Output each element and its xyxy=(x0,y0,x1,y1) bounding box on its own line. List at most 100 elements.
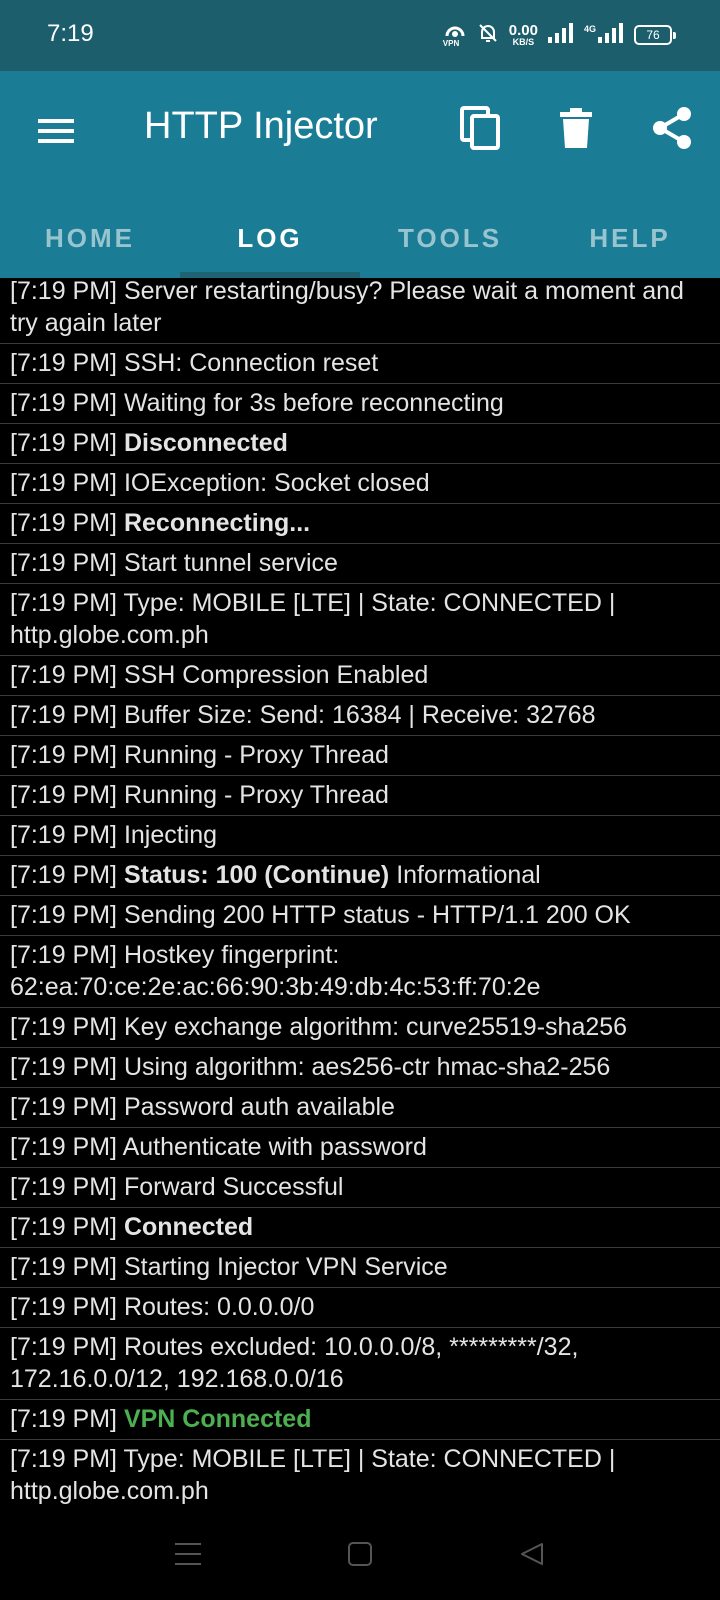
log-message: Forward Successful xyxy=(123,1173,344,1201)
trash-icon[interactable] xyxy=(552,103,600,153)
log-entry: [7:19 PM] SSH: Connection reset xyxy=(0,344,720,384)
log-timestamp: [7:19 PM] xyxy=(10,509,117,537)
copy-icon[interactable] xyxy=(456,103,504,153)
log-message: SSH: Connection reset xyxy=(123,349,379,377)
system-nav-bar xyxy=(0,1506,720,1600)
tab-home[interactable]: HOME xyxy=(0,198,180,278)
log-timestamp: [7:19 PM] xyxy=(10,1405,117,1433)
hamburger-menu-icon[interactable] xyxy=(36,115,76,147)
mute-bell-icon xyxy=(477,22,499,49)
log-entry: [7:19 PM] IOException: Socket closed xyxy=(0,464,720,504)
log-bold-text: Connected xyxy=(123,1213,254,1241)
log-timestamp: [7:19 PM] xyxy=(10,1445,117,1473)
log-message: Sending 200 HTTP status - HTTP/1.1 200 O… xyxy=(123,901,631,929)
log-entry: [7:19 PM] Authenticate with password xyxy=(0,1128,720,1168)
log-bold-text: Reconnecting... xyxy=(123,509,311,537)
log-message: Start tunnel service xyxy=(123,549,338,577)
status-time: 7:19 xyxy=(47,20,94,47)
log-entry: [7:19 PM] Buffer Size: Send: 16384 | Rec… xyxy=(0,696,720,736)
log-entry: [7:19 PM] Running - Proxy Thread xyxy=(0,736,720,776)
network-type: 4G xyxy=(583,24,596,34)
share-icon[interactable] xyxy=(648,103,696,153)
tab-log[interactable]: LOG xyxy=(180,198,360,278)
log-timestamp: [7:19 PM] xyxy=(10,1253,117,1281)
log-list[interactable]: [7:19 PM] Server restarting/busy? Please… xyxy=(0,278,720,1506)
log-bold-text: Disconnected xyxy=(123,429,288,457)
speed-value: 0.00 xyxy=(508,22,538,39)
log-timestamp: [7:19 PM] xyxy=(10,941,117,969)
log-entry: [7:19 PM] Running - Proxy Thread xyxy=(0,776,720,816)
log-message: Routes: 0.0.0.0/0 xyxy=(123,1293,315,1321)
log-entry: [7:19 PM] Server restarting/busy? Please… xyxy=(0,278,720,344)
log-timestamp: [7:19 PM] xyxy=(10,1053,117,1081)
back-triangle-icon[interactable] xyxy=(512,1534,552,1574)
log-timestamp: [7:19 PM] xyxy=(10,901,117,929)
tab-tools[interactable]: TOOLS xyxy=(360,198,540,278)
log-message: Informational xyxy=(396,861,541,889)
app-title: HTTP Injector xyxy=(144,105,378,147)
log-timestamp: [7:19 PM] xyxy=(10,701,117,729)
log-entry: [7:19 PM] Forward Successful xyxy=(0,1168,720,1208)
log-timestamp: [7:19 PM] xyxy=(10,1173,117,1201)
vpn-label: VPN xyxy=(442,39,460,48)
log-entry: [7:19 PM] Password auth available xyxy=(0,1088,720,1128)
log-entry: [7:19 PM] Type: MOBILE [LTE] | State: CO… xyxy=(0,1440,720,1506)
vpn-key-icon: VPN xyxy=(443,22,467,48)
log-timestamp: [7:19 PM] xyxy=(10,469,117,497)
log-timestamp: [7:19 PM] xyxy=(10,1333,117,1361)
log-message: Running - Proxy Thread xyxy=(123,781,389,809)
log-bold-text: Status: 100 (Continue) xyxy=(123,861,390,889)
log-entry: [7:19 PM] Hostkey fingerprint: 62:ea:70:… xyxy=(0,936,720,1008)
log-entry: [7:19 PM] Disconnected xyxy=(0,424,720,464)
signal-icon xyxy=(547,22,574,48)
log-message: Buffer Size: Send: 16384 | Receive: 3276… xyxy=(123,701,596,729)
log-timestamp: [7:19 PM] xyxy=(10,349,117,377)
log-entry: [7:19 PM] Reconnecting... xyxy=(0,504,720,544)
log-message: Waiting for 3s before reconnecting xyxy=(123,389,504,417)
log-timestamp: [7:19 PM] xyxy=(10,741,117,769)
log-entry: [7:19 PM] VPN Connected xyxy=(0,1400,720,1440)
log-entry: [7:19 PM] Key exchange algorithm: curve2… xyxy=(0,1008,720,1048)
log-message: Password auth available xyxy=(123,1093,395,1121)
log-message: SSH Compression Enabled xyxy=(123,661,429,689)
speed-unit: KB/S xyxy=(512,37,535,47)
log-message: Authenticate with password xyxy=(122,1133,427,1161)
log-bold-text: VPN Connected xyxy=(123,1405,312,1433)
app-bar: HTTP Injector xyxy=(0,71,720,198)
log-timestamp: [7:19 PM] xyxy=(10,429,117,457)
log-timestamp: [7:19 PM] xyxy=(10,821,117,849)
log-message: IOException: Socket closed xyxy=(123,469,430,497)
tab-help[interactable]: HELP xyxy=(540,198,720,278)
log-entry: [7:19 PM] Using algorithm: aes256-ctr hm… xyxy=(0,1048,720,1088)
log-entry: [7:19 PM] Status: 100 (Continue) Informa… xyxy=(0,856,720,896)
log-entry: [7:19 PM] Starting Injector VPN Service xyxy=(0,1248,720,1288)
log-timestamp: [7:19 PM] xyxy=(10,781,117,809)
log-message: Injecting xyxy=(123,821,218,849)
log-entry: [7:19 PM] Routes excluded: 10.0.0.0/8, *… xyxy=(0,1328,720,1400)
status-icons: VPN 0.00 KB/S 4G 76 xyxy=(443,18,676,52)
log-timestamp: [7:19 PM] xyxy=(10,661,117,689)
log-timestamp: [7:19 PM] xyxy=(10,549,117,577)
log-entry: [7:19 PM] Sending 200 HTTP status - HTTP… xyxy=(0,896,720,936)
log-timestamp: [7:19 PM] xyxy=(10,1093,117,1121)
log-timestamp: [7:19 PM] xyxy=(10,1013,117,1041)
signal-icon-2 xyxy=(598,22,624,48)
log-message: Key exchange algorithm: curve25519-sha25… xyxy=(123,1013,628,1041)
log-entry: [7:19 PM] Type: MOBILE [LTE] | State: CO… xyxy=(0,584,720,656)
log-entry: [7:19 PM] Waiting for 3s before reconnec… xyxy=(0,384,720,424)
status-bar: 7:19 VPN 0.00 KB/S 4G 76 xyxy=(0,0,720,71)
log-timestamp: [7:19 PM] xyxy=(10,861,117,889)
log-entry: [7:19 PM] Routes: 0.0.0.0/0 xyxy=(0,1288,720,1328)
recents-menu-icon[interactable] xyxy=(168,1534,208,1574)
log-timestamp: [7:19 PM] xyxy=(10,589,117,617)
home-square-icon[interactable] xyxy=(340,1534,380,1574)
network-speed: 0.00 KB/S xyxy=(509,23,538,47)
log-timestamp: [7:19 PM] xyxy=(10,389,117,417)
log-timestamp: [7:19 PM] xyxy=(10,1213,117,1241)
log-entry: [7:19 PM] Start tunnel service xyxy=(0,544,720,584)
tab-bar: HOME LOG TOOLS HELP xyxy=(0,198,720,278)
log-entry: [7:19 PM] Connected xyxy=(0,1208,720,1248)
log-message: Running - Proxy Thread xyxy=(123,741,389,769)
log-timestamp: [7:19 PM] xyxy=(10,278,117,305)
log-entry: [7:19 PM] SSH Compression Enabled xyxy=(0,656,720,696)
